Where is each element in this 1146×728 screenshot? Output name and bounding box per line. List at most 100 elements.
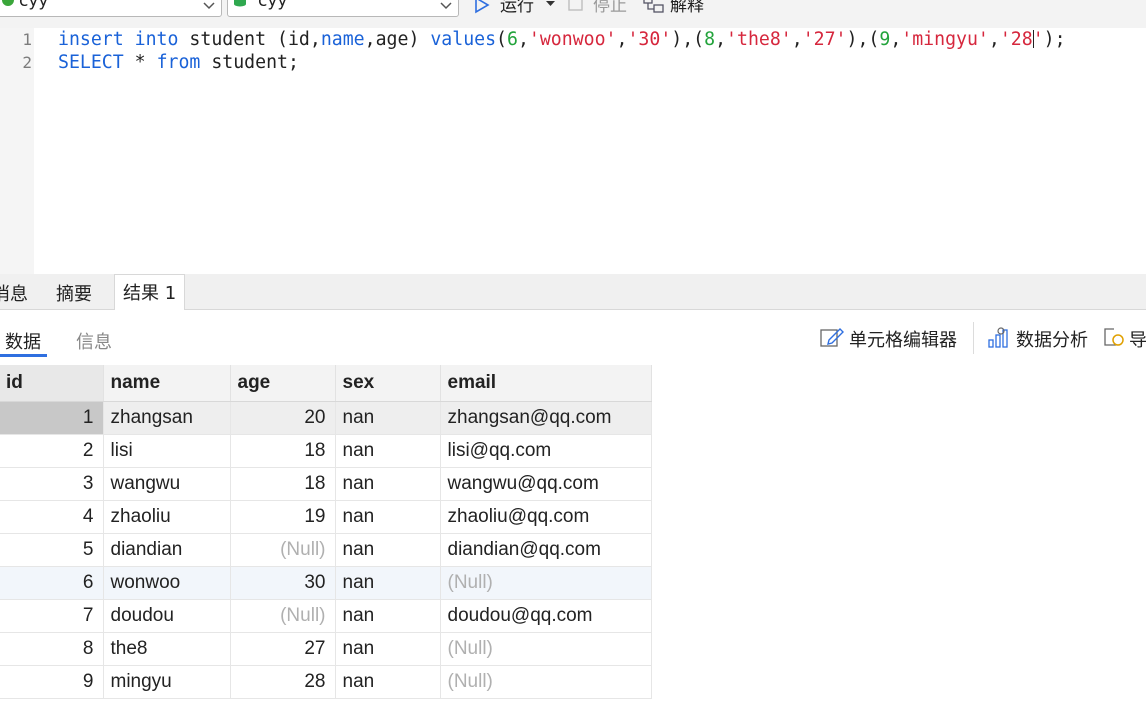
cell-id[interactable]: 1 — [0, 401, 104, 435]
connection-select[interactable]: cyy — [0, 0, 222, 17]
tab-messages[interactable]: 消息 — [0, 274, 28, 310]
tab-summary[interactable]: 摘要 — [56, 274, 92, 310]
cell-age[interactable]: (Null) — [230, 533, 336, 567]
database-label: cyy — [258, 0, 288, 11]
string-literal: '30' — [627, 29, 672, 50]
cell-name[interactable]: wonwoo — [103, 566, 231, 600]
keyword-insert: insert — [58, 29, 124, 50]
cell-email[interactable]: (Null) — [440, 566, 652, 600]
cell-sex[interactable]: nan — [335, 665, 441, 699]
column-header-name[interactable]: name — [103, 365, 231, 402]
cell-age[interactable]: 18 — [230, 434, 336, 468]
table-row[interactable]: 2 lisi 18 nan lisi@qq.com — [0, 434, 652, 468]
cell-sex[interactable]: nan — [335, 467, 441, 501]
play-icon — [475, 0, 490, 14]
cell-id[interactable]: 7 — [0, 599, 104, 633]
keyword-into: into — [134, 29, 179, 50]
run-button[interactable]: 运行 — [474, 0, 558, 18]
cell-name[interactable]: diandian — [103, 533, 231, 567]
result-grid[interactable]: id name age sex email 1 zhangsan 20 nan zhan… — [0, 365, 652, 699]
chart-icon — [988, 327, 1008, 348]
table-row[interactable]: 4 zhaoliu 19 nan zhaoliu@qq.com — [0, 500, 652, 534]
database-select[interactable]: cyy — [227, 0, 459, 17]
chevron-down-icon — [203, 0, 215, 14]
table-row[interactable]: 6 wonwoo 30 nan (Null) — [0, 566, 652, 600]
database-icon — [232, 0, 248, 12]
code-line-1[interactable]: insert into student (id,name,age) values… — [58, 30, 1066, 50]
keyword-from: from — [156, 52, 201, 73]
cell-id[interactable]: 5 — [0, 533, 104, 567]
cell-age[interactable]: 28 — [230, 665, 336, 699]
cell-id[interactable]: 8 — [0, 632, 104, 666]
tab-result-1[interactable]: 结果 1 — [114, 274, 186, 310]
column-header-age[interactable]: age — [230, 365, 336, 402]
subtab-info[interactable]: 信息 — [76, 328, 112, 354]
column-header-id[interactable]: id — [0, 365, 104, 402]
cell-id[interactable]: 3 — [0, 467, 104, 501]
cell-email[interactable]: lisi@qq.com — [440, 434, 652, 468]
cell-name[interactable]: lisi — [103, 434, 231, 468]
cell-sex[interactable]: nan — [335, 566, 441, 600]
export-icon — [1104, 328, 1124, 346]
cell-email[interactable]: diandian@qq.com — [440, 533, 652, 567]
cell-email[interactable]: doudou@qq.com — [440, 599, 652, 633]
cell-sex[interactable]: nan — [335, 401, 441, 435]
cell-email[interactable]: (Null) — [440, 665, 652, 699]
keyword-values: values — [430, 29, 497, 50]
cell-email[interactable]: zhaoliu@qq.com — [440, 500, 652, 534]
cell-editor-label: 单元格编辑器 — [849, 330, 957, 351]
subtab-data[interactable]: 数据 — [5, 328, 41, 354]
cell-age[interactable]: (Null) — [230, 599, 336, 633]
cell-sex[interactable]: nan — [335, 632, 441, 666]
cell-name[interactable]: doudou — [103, 599, 231, 633]
cell-age[interactable]: 18 — [230, 467, 336, 501]
string-literal: 'mingyu' — [901, 29, 989, 50]
code-text: student; — [200, 52, 299, 73]
explain-label: 解释 — [670, 0, 704, 16]
cell-age[interactable]: 30 — [230, 566, 336, 600]
table-row[interactable]: 5 diandian (Null) nan diandian@qq.com — [0, 533, 652, 567]
cell-email[interactable]: wangwu@qq.com — [440, 467, 652, 501]
table-row[interactable]: 8 the8 27 nan (Null) — [0, 632, 652, 666]
keyword-select: SELECT — [58, 52, 124, 73]
number-literal: 9 — [879, 29, 891, 50]
cell-email[interactable]: zhangsan@qq.com — [440, 401, 652, 435]
number-literal: 6 — [507, 29, 518, 50]
cell-id[interactable]: 2 — [0, 434, 104, 468]
cell-name[interactable]: zhangsan — [103, 401, 231, 435]
sql-editor[interactable]: 1 2 insert into student (id,name,age) va… — [0, 28, 1146, 274]
data-analysis-label: 数据分析 — [1016, 330, 1088, 351]
cell-id[interactable]: 4 — [0, 500, 104, 534]
cell-name[interactable]: mingyu — [103, 665, 231, 699]
stop-label: 停止 — [593, 0, 627, 16]
table-row[interactable]: 7 doudou (Null) nan doudou@qq.com — [0, 599, 652, 633]
cell-age[interactable]: 19 — [230, 500, 336, 534]
column-header-sex[interactable]: sex — [335, 365, 441, 402]
cell-sex[interactable]: nan — [335, 533, 441, 567]
cell-sex[interactable]: nan — [335, 599, 441, 633]
cell-id[interactable]: 6 — [0, 566, 104, 600]
cell-sex[interactable]: nan — [335, 434, 441, 468]
code-text: * — [123, 52, 157, 73]
connection-icon — [1, 0, 15, 11]
stop-button[interactable]: 停止 — [568, 0, 632, 18]
cell-name[interactable]: wangwu — [103, 467, 231, 501]
code-line-2[interactable]: SELECT * from student; — [58, 53, 299, 73]
export-label: 导 — [1129, 330, 1146, 351]
explain-button[interactable]: 解释 — [643, 0, 713, 18]
cell-sex[interactable]: nan — [335, 500, 441, 534]
table-row[interactable]: 1 zhangsan 20 nan zhangsan@qq.com — [0, 401, 652, 435]
code-text: , — [616, 29, 628, 50]
cell-age[interactable]: 27 — [230, 632, 336, 666]
cell-name[interactable]: zhaoliu — [103, 500, 231, 534]
cell-id[interactable]: 9 — [0, 665, 104, 699]
cell-age[interactable]: 20 — [230, 401, 336, 435]
cell-name[interactable]: the8 — [103, 632, 231, 666]
code-text: ); — [1043, 29, 1066, 50]
run-dropdown-icon — [546, 1, 555, 6]
table-row[interactable]: 3 wangwu 18 nan wangwu@qq.com — [0, 467, 652, 501]
cell-email[interactable]: (Null) — [440, 632, 652, 666]
table-row[interactable]: 9 mingyu 28 nan (Null) — [0, 665, 652, 699]
column-header-email[interactable]: email — [440, 365, 652, 402]
line-number: 2 — [22, 53, 32, 72]
